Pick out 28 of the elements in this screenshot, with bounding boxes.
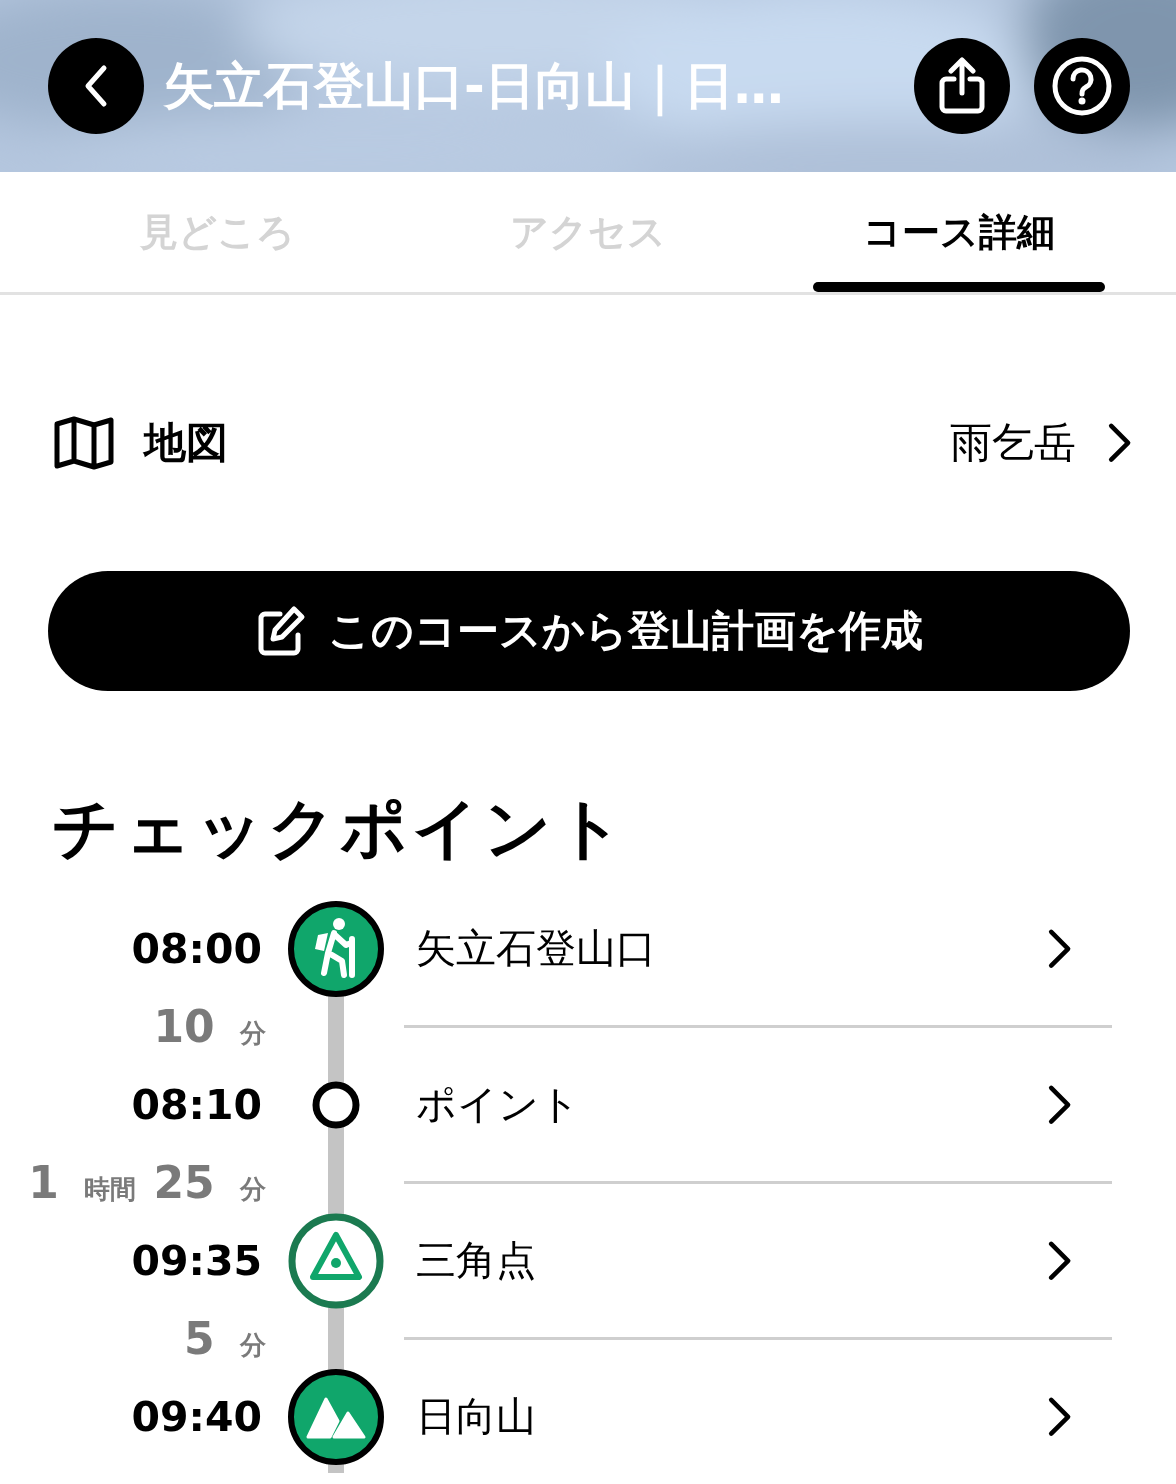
checkpoint-item[interactable]: 三角点	[410, 1208, 1176, 1313]
chevron-icon	[1046, 1240, 1072, 1282]
chevron-icon	[1046, 1396, 1072, 1438]
mountain-name: 雨乞岳	[950, 417, 1076, 469]
checkpoint-item[interactable]: 矢立石登山口	[410, 896, 1176, 1001]
arrival-time: 09:40	[130, 1392, 262, 1441]
map-label: 地図	[144, 417, 229, 469]
duration-label: 10 分	[152, 1001, 267, 1053]
duration-label: 1 時間 25 分	[27, 1157, 267, 1209]
map-icon	[54, 416, 114, 470]
hiker-icon	[288, 900, 384, 997]
create-plan-button[interactable]: このコースから登山計画を作成	[48, 571, 1130, 691]
checkpoint-item[interactable]: 日向山	[410, 1364, 1176, 1469]
chevron-icon	[1046, 928, 1072, 970]
arrival-time: 09:35	[130, 1236, 262, 1285]
page-title: 矢立石登山口-日向山｜日…	[164, 55, 785, 119]
chevron-icon	[1046, 1084, 1072, 1126]
waypoint-icon	[311, 1079, 361, 1130]
arrival-time: 08:10	[130, 1080, 262, 1129]
help-icon	[1051, 55, 1113, 117]
section-title: チェックポイント	[52, 791, 629, 867]
arrival-time: 08:00	[130, 924, 262, 973]
chevron-icon	[1106, 422, 1132, 464]
triangle-point-icon	[288, 1212, 384, 1309]
duration-label: 5 分	[183, 1313, 267, 1365]
tab[interactable]: コース詳細	[773, 172, 1144, 292]
mountain-icon	[288, 1368, 384, 1465]
checkpoint-item[interactable]: ポイント	[410, 1052, 1176, 1157]
